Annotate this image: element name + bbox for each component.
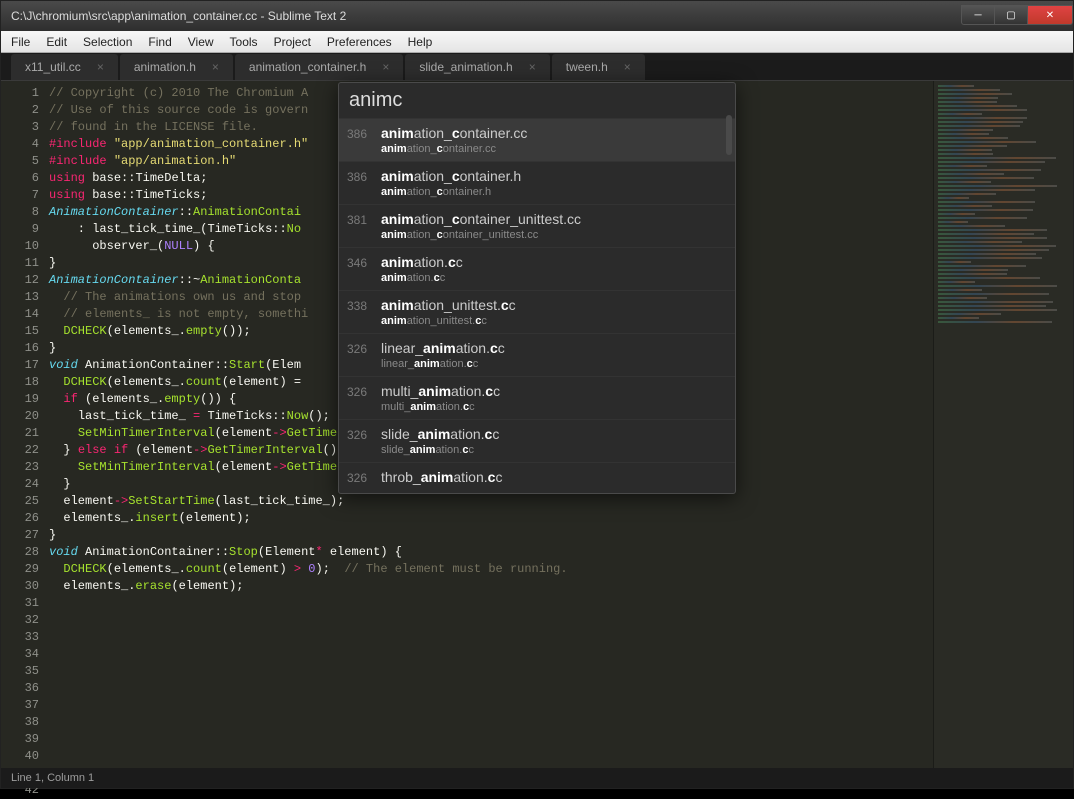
- menubar: FileEditSelectionFindViewToolsProjectPre…: [1, 31, 1073, 53]
- menu-find[interactable]: Find: [140, 33, 179, 51]
- line-number-gutter: 1234567891011121314151617181920212223242…: [1, 81, 49, 770]
- tab[interactable]: animation_container.h ×: [235, 54, 403, 80]
- goto-score: 326: [347, 471, 381, 485]
- maximize-button[interactable]: ▢: [994, 5, 1028, 25]
- goto-title: animation.cc: [381, 254, 463, 270]
- minimap[interactable]: [933, 81, 1073, 770]
- window-title: C:\J\chromium\src\app\animation_containe…: [11, 9, 346, 23]
- goto-title: linear_animation.cc: [381, 340, 505, 356]
- menu-tools[interactable]: Tools: [222, 33, 266, 51]
- goto-title: animation_container.h: [381, 168, 521, 184]
- menu-edit[interactable]: Edit: [38, 33, 75, 51]
- close-button[interactable]: ✕: [1027, 5, 1073, 25]
- tab-label: tween.h: [566, 60, 608, 74]
- goto-score: 338: [347, 299, 381, 313]
- tabbar: x11_util.cc×animation.h×animation_contai…: [1, 53, 1073, 81]
- goto-result-item[interactable]: 338animation_unittest.ccanimation_unitte…: [339, 290, 735, 333]
- tab-label: x11_util.cc: [25, 60, 81, 74]
- goto-title: slide_animation.cc: [381, 426, 499, 442]
- menu-preferences[interactable]: Preferences: [319, 33, 400, 51]
- tab[interactable]: slide_animation.h ×: [405, 54, 549, 80]
- tab[interactable]: x11_util.cc ×: [11, 54, 118, 80]
- goto-result-item[interactable]: 326multi_animation.ccmulti_animation.cc: [339, 376, 735, 419]
- goto-result-item[interactable]: 326throb_animation.cc: [339, 462, 735, 493]
- goto-title: throb_animation.cc: [381, 469, 502, 485]
- goto-title: multi_animation.cc: [381, 383, 500, 399]
- goto-results-list: 386animation_container.ccanimation_conta…: [339, 118, 735, 493]
- goto-score: 381: [347, 213, 381, 227]
- goto-title: animation_unittest.cc: [381, 297, 516, 313]
- goto-subtitle: animation.cc: [347, 272, 723, 284]
- goto-result-item[interactable]: 346animation.ccanimation.cc: [339, 247, 735, 290]
- menu-help[interactable]: Help: [400, 33, 441, 51]
- goto-score: 326: [347, 342, 381, 356]
- goto-score: 326: [347, 385, 381, 399]
- goto-subtitle: animation_container_unittest.cc: [347, 229, 723, 241]
- menu-file[interactable]: File: [3, 33, 38, 51]
- goto-subtitle: animation_container.h: [347, 186, 723, 198]
- tab-close-icon[interactable]: ×: [97, 60, 104, 74]
- tab[interactable]: animation.h ×: [120, 54, 233, 80]
- goto-subtitle: multi_animation.cc: [347, 401, 723, 413]
- goto-result-item[interactable]: 326slide_animation.ccslide_animation.cc: [339, 419, 735, 462]
- goto-score: 326: [347, 428, 381, 442]
- goto-anything-panel: 386animation_container.ccanimation_conta…: [338, 82, 736, 494]
- goto-result-item[interactable]: 386animation_container.hanimation_contai…: [339, 161, 735, 204]
- goto-score: 346: [347, 256, 381, 270]
- tab-label: animation_container.h: [249, 60, 366, 74]
- goto-score: 386: [347, 170, 381, 184]
- tab-close-icon[interactable]: ×: [212, 60, 219, 74]
- tab-close-icon[interactable]: ×: [529, 60, 536, 74]
- tab[interactable]: tween.h ×: [552, 54, 645, 80]
- titlebar[interactable]: C:\J\chromium\src\app\animation_containe…: [1, 1, 1073, 31]
- goto-subtitle: slide_animation.cc: [347, 444, 723, 456]
- menu-project[interactable]: Project: [266, 33, 319, 51]
- goto-input[interactable]: [349, 89, 725, 112]
- tab-label: animation.h: [134, 60, 196, 74]
- menu-view[interactable]: View: [180, 33, 222, 51]
- goto-title: animation_container.cc: [381, 125, 527, 141]
- goto-input-wrap: [339, 83, 735, 118]
- menu-selection[interactable]: Selection: [75, 33, 140, 51]
- statusbar: Line 1, Column 1: [1, 768, 1073, 788]
- goto-result-item[interactable]: 381animation_container_unittest.ccanimat…: [339, 204, 735, 247]
- goto-subtitle: animation_container.cc: [347, 143, 723, 155]
- goto-subtitle: animation_unittest.cc: [347, 315, 723, 327]
- panel-scrollbar[interactable]: [726, 115, 732, 155]
- minimize-button[interactable]: ─: [961, 5, 995, 25]
- tab-close-icon[interactable]: ×: [382, 60, 389, 74]
- goto-subtitle: linear_animation.cc: [347, 358, 723, 370]
- goto-result-item[interactable]: 386animation_container.ccanimation_conta…: [339, 118, 735, 161]
- tab-label: slide_animation.h: [419, 60, 512, 74]
- tab-close-icon[interactable]: ×: [624, 60, 631, 74]
- window-buttons: ─ ▢ ✕: [962, 7, 1073, 25]
- goto-title: animation_container_unittest.cc: [381, 211, 581, 227]
- goto-score: 386: [347, 127, 381, 141]
- goto-result-item[interactable]: 326linear_animation.cclinear_animation.c…: [339, 333, 735, 376]
- cursor-position: Line 1, Column 1: [11, 772, 94, 784]
